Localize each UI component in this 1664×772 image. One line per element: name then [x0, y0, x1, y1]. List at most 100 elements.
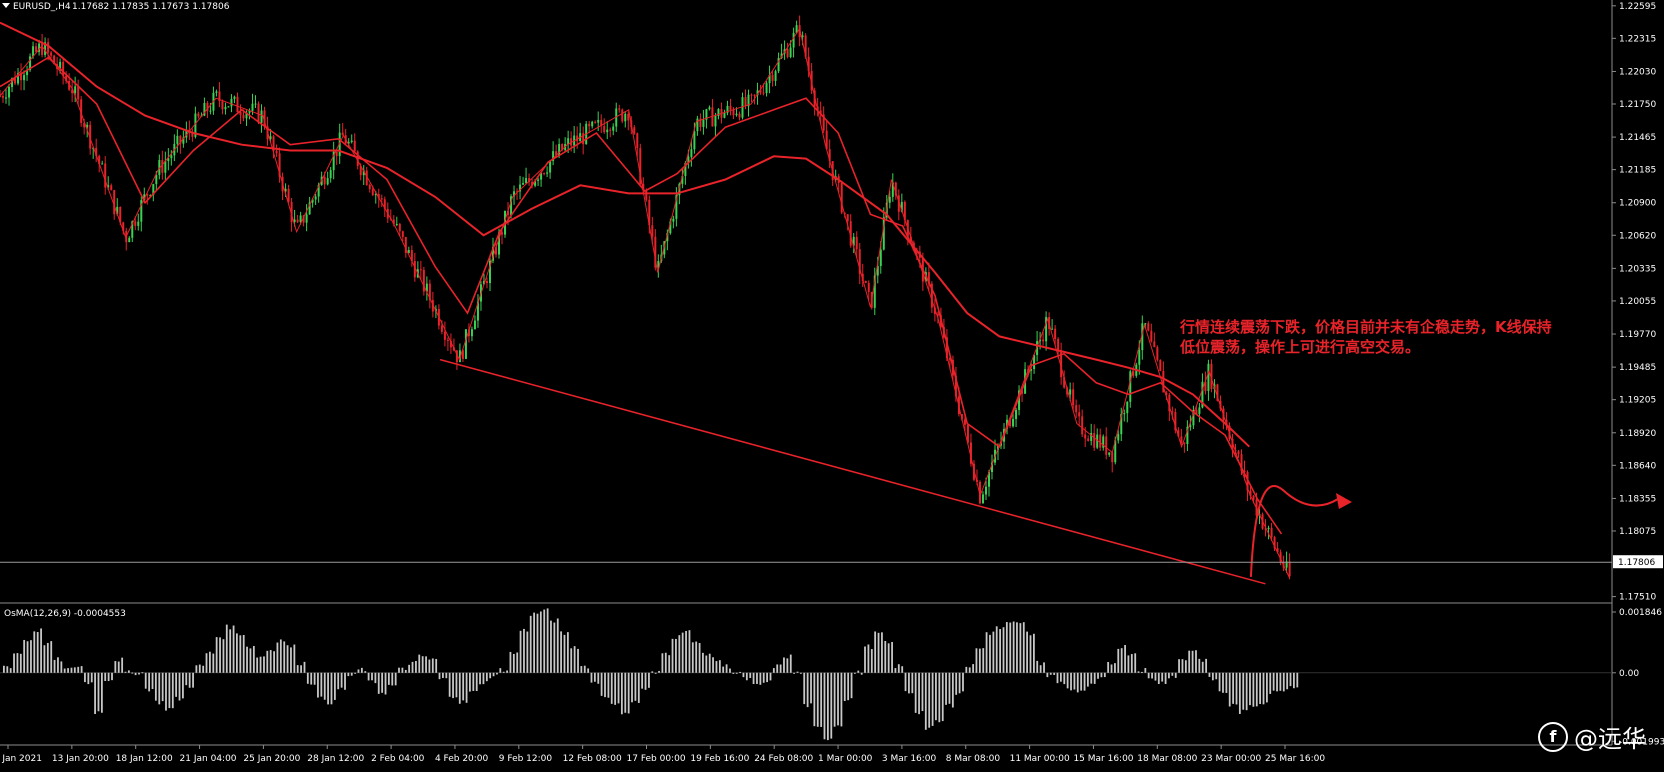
osma-bar: [644, 672, 647, 690]
osma-bar: [391, 672, 394, 686]
osma-bar: [111, 672, 113, 681]
osma-bar: [387, 672, 390, 685]
osma-bar: [604, 672, 606, 698]
osma-bar: [26, 641, 29, 673]
candle-body: [419, 269, 422, 271]
osma-bar: [826, 672, 829, 741]
osma-bar: [661, 653, 664, 673]
osma-bar: [729, 668, 731, 673]
candle-body: [846, 214, 849, 222]
osma-bar: [43, 645, 46, 673]
price-tick-label: 1.19770: [1619, 330, 1656, 340]
osma-bar: [874, 631, 877, 673]
candle-body: [1057, 338, 1060, 352]
osma-bar: [121, 657, 124, 673]
candle-body: [1012, 418, 1015, 427]
price-tick-label: 1.18075: [1619, 527, 1656, 537]
osma-bar: [323, 672, 326, 700]
osma-bar: [600, 672, 603, 696]
osma-bar: [195, 665, 198, 673]
candle-body: [762, 92, 765, 94]
time-tick-label: 15 Mar 16:00: [1073, 754, 1133, 764]
osma-bar: [1137, 671, 1140, 673]
osma-bar: [1245, 672, 1248, 711]
candle-body: [257, 103, 260, 123]
osma-bar: [732, 672, 735, 674]
candle-body: [525, 178, 528, 184]
osma-bar: [823, 672, 826, 740]
osma-bar: [1164, 672, 1167, 684]
candle-body: [314, 196, 317, 200]
candle-body: [567, 138, 570, 144]
osma-bar: [394, 672, 397, 686]
osma-bar: [232, 625, 235, 673]
candle-body: [1270, 527, 1273, 538]
osma-bar: [840, 672, 843, 727]
candle-body: [792, 32, 795, 48]
osma-bar: [634, 672, 637, 701]
osma-histogram: [0, 608, 1612, 741]
osma-bar: [293, 644, 296, 673]
osma-bar: [1276, 672, 1278, 692]
osma-bar: [607, 672, 610, 698]
osma-bar: [246, 646, 248, 673]
osma-bar: [1151, 672, 1153, 679]
time-tick-label: 18 Jan 12:00: [116, 754, 173, 764]
candle-body: [329, 170, 332, 179]
candle-body: [215, 91, 218, 93]
candle-body: [260, 110, 263, 123]
osma-bar: [178, 672, 181, 701]
osma-bar: [864, 646, 866, 673]
osma-bar: [252, 645, 255, 673]
osma-bar: [506, 670, 509, 673]
osma-bar: [1286, 672, 1289, 690]
osma-bar: [752, 672, 755, 685]
osma-bar: [367, 672, 370, 681]
osma-bar: [381, 672, 384, 693]
osma-bar: [617, 672, 620, 704]
candle-body: [2, 96, 5, 98]
osma-bar: [1083, 672, 1086, 691]
candle-body: [651, 225, 654, 237]
osma-bar: [951, 672, 954, 708]
price-tick-label: 1.20620: [1619, 231, 1656, 241]
candle-body: [735, 113, 738, 116]
osma-bar: [1012, 621, 1015, 673]
osma-bar: [681, 632, 684, 673]
osma-bar: [789, 654, 792, 673]
osma-bar: [80, 666, 83, 673]
candle-body: [398, 223, 401, 232]
candle-body: [1288, 561, 1291, 577]
osma-bar: [57, 657, 59, 673]
osma-bar: [1026, 631, 1029, 673]
candle-body: [164, 161, 167, 173]
osma-bar: [114, 661, 117, 673]
candle-body: [1180, 436, 1183, 443]
osma-bar: [269, 650, 272, 673]
candle-body: [714, 115, 717, 127]
osma-bar: [853, 672, 856, 674]
osma-bar: [1289, 672, 1292, 687]
osma-bar: [16, 653, 19, 673]
candle-body: [702, 119, 705, 127]
osma-bar: [685, 630, 687, 673]
osma-bar: [192, 672, 194, 688]
symbol-label: EURUSD_,H4: [13, 2, 71, 12]
osma-bar: [1043, 662, 1045, 673]
osma-bar: [691, 642, 694, 673]
candle-body: [446, 339, 449, 341]
candle-body: [305, 214, 308, 223]
osma-bar: [337, 672, 340, 690]
osma-bar: [995, 626, 998, 673]
osma-bar: [1009, 622, 1012, 673]
price-chart[interactable]: EURUSD_,H4 1.17682 1.17835 1.17673 1.178…: [0, 0, 1664, 772]
osma-bar: [702, 652, 704, 673]
candle-body: [1156, 347, 1159, 360]
osma-bar: [931, 672, 934, 726]
candle-body: [549, 160, 552, 173]
osma-bar: [924, 672, 927, 730]
osma-bar: [1262, 672, 1265, 705]
osma-bar: [779, 664, 782, 673]
candle-body: [672, 218, 675, 222]
candle-body: [104, 163, 107, 188]
